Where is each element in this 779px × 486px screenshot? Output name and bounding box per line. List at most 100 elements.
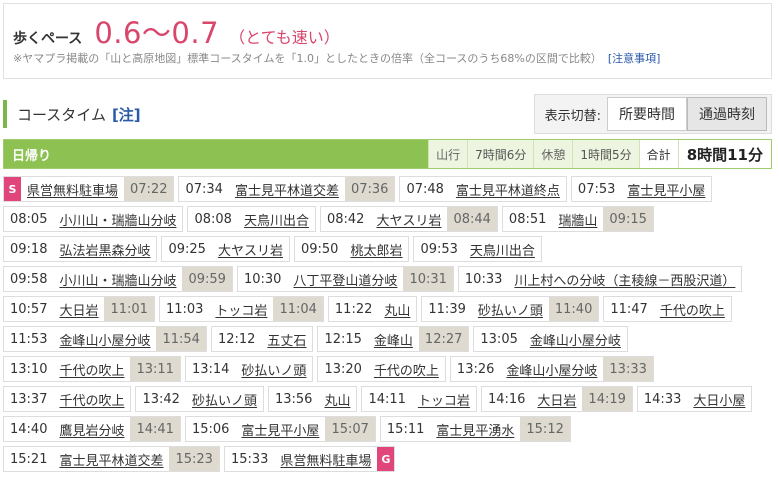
route-point-link[interactable]: 砂払いノ頭: [186, 387, 263, 411]
route-point: 13:26 金峰山小屋分岐 13:33: [449, 356, 654, 382]
departure-time: 08:44: [447, 207, 497, 231]
arrival-time: 15:21: [10, 451, 48, 467]
route-point-link[interactable]: 富士見平林道交差: [229, 177, 345, 201]
arrival-time: 08:05: [10, 211, 48, 227]
arrival-time: 11:47: [610, 301, 648, 317]
toggle-label: 表示切替:: [544, 108, 601, 124]
route-point-link[interactable]: 金峰山小屋分岐: [524, 327, 627, 351]
pace-label: 歩くペース: [13, 31, 83, 47]
route-point: 10:57 大日岩 11:01: [3, 296, 155, 322]
arrival-time: 13:56: [274, 391, 313, 407]
route-point-link[interactable]: 千代の吹上: [53, 357, 130, 381]
arrival-time: 08:08: [194, 211, 232, 227]
total-time-label: 合計: [638, 140, 678, 168]
route-point: 10:33 川上村への分岐（主稜線－西股沢道）: [457, 266, 743, 292]
arrival-time: 13:42: [142, 391, 180, 407]
arrival-time: 07:48: [406, 181, 444, 197]
display-toggle: 表示切替: 所要時間 通過時刻: [533, 94, 772, 134]
route-point-link[interactable]: 県営無料駐車場: [274, 447, 377, 471]
departure-time: 07:36: [344, 177, 395, 201]
route-point-link[interactable]: 桃太郎岩: [344, 237, 408, 261]
course-time-header: コースタイム [注] 表示切替: 所要時間 通過時刻: [3, 94, 772, 134]
route-point: 08:51 瑞牆山 09:15: [501, 206, 654, 232]
route-point-link[interactable]: 丸山: [318, 387, 356, 411]
route-point: 14:40 鷹見岩分岐 14:41: [3, 416, 181, 442]
route-point-link[interactable]: 丸山: [378, 297, 416, 321]
departure-time: 11:04: [273, 297, 323, 321]
arrival-time: 12:12: [217, 331, 256, 347]
route-point-link[interactable]: 大ヤスリ岩: [370, 207, 447, 231]
arrival-time: 15:11: [386, 421, 425, 437]
arrival-time: 11:22: [334, 301, 373, 317]
route-point-link[interactable]: 富士見平湧水: [430, 417, 520, 441]
route-point-link[interactable]: 天鳥川出合: [238, 207, 315, 231]
departure-time: 10:31: [403, 267, 453, 291]
moving-time-value: 7時間6分: [467, 140, 534, 168]
departure-time: 11:40: [548, 297, 599, 321]
route-point-link[interactable]: 富士見平小屋: [235, 417, 325, 441]
pace-row: 歩くペース 0.6〜0.7 （とても速い）: [13, 10, 762, 50]
route-point-link[interactable]: 大日小屋: [687, 387, 751, 411]
route-point: 13:10 千代の吹上 13:11: [3, 356, 181, 382]
route-point-link[interactable]: 県営無料駐車場: [21, 177, 124, 201]
arrival-time: 10:33: [464, 271, 503, 287]
route-point-link[interactable]: トッコ岩: [412, 387, 476, 411]
arrival-time: 13:10: [10, 361, 48, 377]
route-point-link[interactable]: 千代の吹上: [53, 387, 130, 411]
route-timeline: S 県営無料駐車場 07:22 07:34 富士見平林道交差 07:36 07:48 富士見平…: [3, 176, 775, 476]
route-point: 11:22 丸山: [327, 296, 418, 322]
route-point: 11:47 千代の吹上: [603, 296, 732, 322]
route-point-link[interactable]: トッコ岩: [209, 297, 273, 321]
arrival-time: 09:25: [168, 241, 206, 257]
route-point-link[interactable]: 大日岩: [531, 387, 582, 411]
route-point: 09:58 小川山・瑞牆山分岐 09:59: [3, 266, 233, 292]
toggle-passing-time-button[interactable]: 通過時刻: [687, 97, 767, 131]
route-point-link[interactable]: 小川山・瑞牆山分岐: [53, 267, 182, 291]
route-point: 10:30 八丁平登山道分岐 10:31: [236, 266, 454, 292]
route-point-link[interactable]: 大ヤスリ岩: [212, 237, 289, 261]
route-point-link[interactable]: 金峰山: [368, 327, 419, 351]
route-point-link[interactable]: 八丁平登山道分岐: [287, 267, 403, 291]
route-point-link[interactable]: 富士見平林道終点: [450, 177, 566, 201]
departure-time: 09:59: [182, 267, 232, 291]
route-point-link[interactable]: 五丈石: [261, 327, 312, 351]
route-point-link[interactable]: 川上村への分岐（主稜線－西股沢道）: [508, 267, 741, 291]
route-point-link[interactable]: 瑞牆山: [552, 207, 603, 231]
departure-time: 11:01: [104, 297, 154, 321]
arrival-time: 13:20: [324, 361, 362, 377]
start-badge: S: [4, 177, 21, 201]
departure-time: 15:07: [325, 417, 375, 441]
route-point-link[interactable]: 富士見平林道交差: [53, 447, 169, 471]
route-point-link[interactable]: 弘法岩黒森分岐: [53, 237, 156, 261]
route-point: 09:53 天鳥川出合: [413, 236, 542, 262]
departure-time: 13:33: [603, 357, 653, 381]
route-point-link[interactable]: 大日岩: [53, 297, 104, 321]
route-point-link[interactable]: 千代の吹上: [368, 357, 445, 381]
arrival-time: 07:53: [577, 181, 616, 197]
route-point-link[interactable]: 富士見平小屋: [621, 177, 711, 201]
departure-time: 14:41: [130, 417, 180, 441]
route-point: 09:25 大ヤスリ岩: [161, 236, 290, 262]
departure-time: 07:22: [124, 177, 174, 201]
route-point-link[interactable]: 砂払いノ頭: [235, 357, 312, 381]
arrival-time: 12:15: [324, 331, 362, 347]
route-point: 15:21 富士見平林道交差 15:23: [3, 446, 220, 472]
route-point-link[interactable]: 千代の吹上: [654, 297, 731, 321]
toggle-duration-button[interactable]: 所要時間: [607, 97, 687, 131]
route-point: 13:42 砂払いノ頭: [135, 386, 264, 412]
route-point-link[interactable]: 天鳥川出合: [464, 237, 541, 261]
route-point: 09:50 桃太郎岩: [293, 236, 410, 262]
route-point-link[interactable]: 小川山・瑞牆山分岐: [53, 207, 182, 231]
route-point-link[interactable]: 金峰山小屋分岐: [500, 357, 603, 381]
route-point: 13:37 千代の吹上: [3, 386, 132, 412]
departure-time: 11:54: [156, 327, 206, 351]
arrival-time: 14:16: [487, 391, 526, 407]
section-note-link[interactable]: [注]: [112, 104, 141, 125]
route-point: 08:08 天鳥川出合: [187, 206, 316, 232]
pace-notes-link[interactable]: [注意事項]: [608, 52, 661, 65]
route-point: 14:16 大日岩 14:19: [480, 386, 633, 412]
route-point-link[interactable]: 金峰山小屋分岐: [53, 327, 156, 351]
arrival-time: 15:06: [191, 421, 230, 437]
route-point-link[interactable]: 鷹見岩分岐: [53, 417, 130, 441]
route-point-link[interactable]: 砂払いノ頭: [472, 297, 549, 321]
